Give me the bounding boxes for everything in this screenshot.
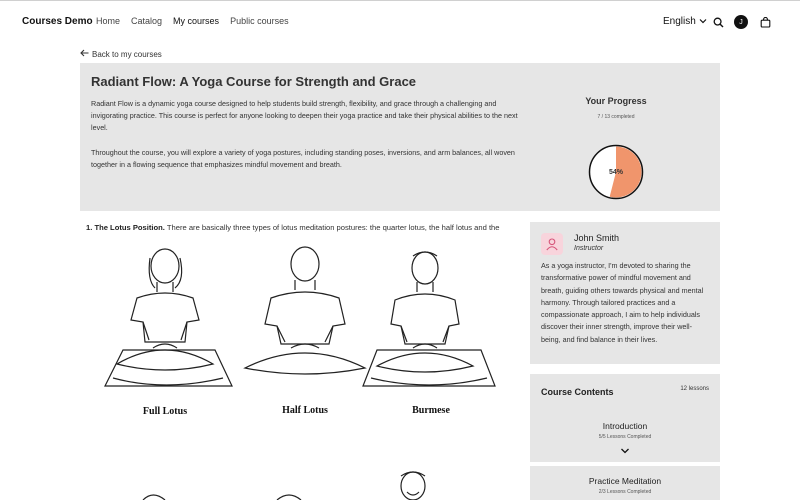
course-contents: Course Contents 12 lessons Introduction … [530,374,720,462]
module-title[interactable]: Introduction [530,421,720,431]
instructor-bio: As a yoga instructor, I'm devoted to sha… [541,261,704,344]
chevron-down-icon [699,16,707,27]
partial-figure [142,494,166,500]
main-nav: Home Catalog My courses Public courses [96,16,289,26]
nav-catalog[interactable]: Catalog [131,16,162,26]
course-contents-title: Course Contents [541,387,614,397]
caption-half-lotus: Half Lotus [282,405,328,416]
back-link-label: Back to my courses [92,49,162,59]
module-title[interactable]: Practice Meditation [530,476,720,486]
lesson-text: 1. The Lotus Position. There are basical… [86,223,526,232]
user-icon [541,233,563,255]
module-status: 2/3 Lessons Completed [598,489,652,495]
avatar[interactable]: J [734,15,748,29]
course-title: Radiant Flow: A Yoga Course for Strength… [91,74,417,89]
instructor-role: Instructor [574,245,604,252]
lotus-positions-illustration: Full Lotus Half Lotus Burmese [104,246,496,500]
lesson-body: There are basically three types of lotus… [164,223,500,232]
back-link[interactable]: Back to my courses [80,49,162,59]
partial-figure [276,494,302,500]
nav-my-courses[interactable]: My courses [173,16,219,26]
instructor-card: John Smith Instructor As a yoga instruct… [530,222,720,364]
module-card[interactable]: Practice Meditation 2/3 Lessons Complete… [530,466,720,500]
language-selector[interactable]: English [663,16,707,27]
chevron-down-icon[interactable] [620,442,630,454]
course-description: Radiant Flow is a dynamic yoga course de… [91,98,521,171]
caption-full-lotus: Full Lotus [143,406,187,417]
nav-public-courses[interactable]: Public courses [230,16,289,26]
instructor-name: John Smith [574,233,620,243]
half-lotus-figure [243,246,367,375]
progress-summary: 7 / 13 completed [597,114,635,120]
arrow-left-icon [80,49,89,59]
brand-logo[interactable]: Courses Demo [22,16,93,27]
burmese-figure [362,251,496,387]
course-description-paragraph: Throughout the course, you will explore … [91,147,515,169]
language-label: English [663,16,696,27]
caption-burmese: Burmese [412,405,450,416]
progress-percent: 54% [608,168,623,176]
full-lotus-figure [104,248,233,387]
site-header: Courses Demo Home Catalog My courses Pub… [0,1,800,41]
progress-title: Your Progress [585,96,647,106]
search-icon[interactable] [710,14,726,30]
module-status: 5/5 Lessons Completed [598,434,652,440]
lesson-heading: 1. The Lotus Position. [86,223,165,232]
partial-figure [400,471,426,500]
nav-home[interactable]: Home [96,16,120,26]
course-hero: Radiant Flow: A Yoga Course for Strength… [80,63,720,211]
course-description-paragraph: Radiant Flow is a dynamic yoga course de… [91,99,518,133]
lesson-count: 12 lessons [680,386,709,392]
shopping-bag-icon[interactable] [757,14,773,30]
